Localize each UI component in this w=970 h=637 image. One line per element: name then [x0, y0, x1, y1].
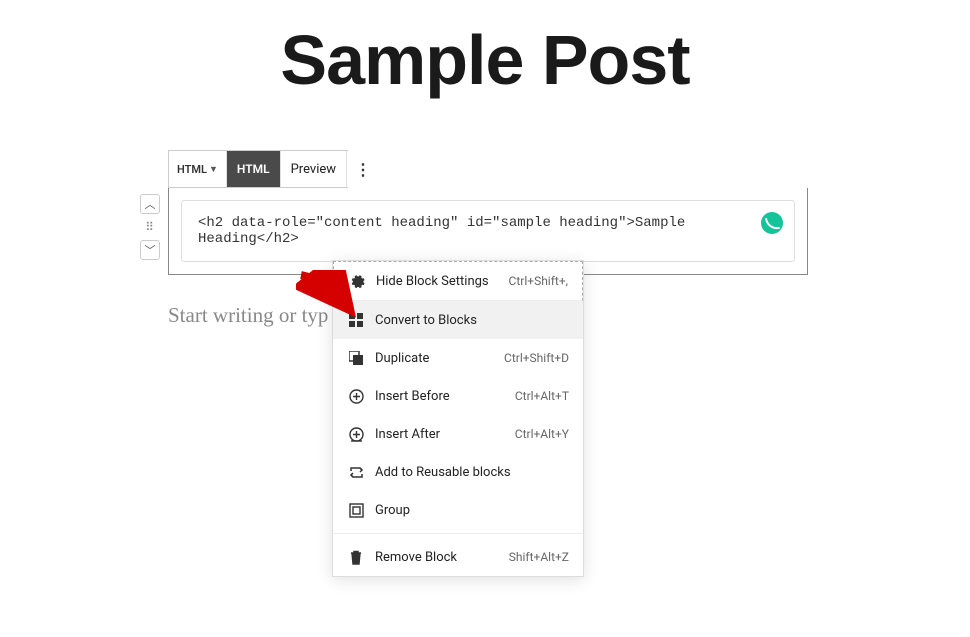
- insert-after-icon: [347, 425, 365, 443]
- menu-remove-block[interactable]: Remove Block Shift+Alt+Z: [333, 538, 583, 576]
- insert-before-icon: [347, 387, 365, 405]
- gear-icon: [348, 272, 366, 290]
- block-movers: ︿ ⠿ ﹀: [140, 194, 160, 260]
- menu-shortcut: Ctrl+Alt+Y: [515, 427, 569, 441]
- menu-insert-before[interactable]: Insert Before Ctrl+Alt+T: [333, 377, 583, 415]
- menu-label: Group: [375, 503, 569, 518]
- menu-convert-to-blocks[interactable]: Convert to Blocks: [333, 301, 583, 339]
- block-type-selector[interactable]: HTML▼: [169, 151, 227, 187]
- menu-hide-block-settings[interactable]: Hide Block Settings Ctrl+Shift+,: [333, 261, 583, 301]
- html-tab[interactable]: HTML: [227, 151, 281, 187]
- menu-label: Insert Before: [375, 389, 515, 404]
- trash-icon: [347, 548, 365, 566]
- more-options-button[interactable]: ⋮: [347, 151, 378, 187]
- menu-label: Remove Block: [375, 550, 509, 565]
- drag-handle[interactable]: ⠿: [140, 217, 160, 237]
- menu-shortcut: Ctrl+Shift+,: [509, 274, 568, 288]
- menu-label: Insert After: [375, 427, 515, 442]
- menu-duplicate[interactable]: Duplicate Ctrl+Shift+D: [333, 339, 583, 377]
- menu-divider: [333, 533, 583, 534]
- reusable-icon: [347, 463, 365, 481]
- menu-add-reusable[interactable]: Add to Reusable blocks: [333, 453, 583, 491]
- preview-tab[interactable]: Preview: [281, 151, 347, 187]
- duplicate-icon: [347, 349, 365, 367]
- html-code-input[interactable]: <h2 data-role="content heading" id="samp…: [181, 200, 795, 262]
- move-down-button[interactable]: ﹀: [140, 240, 160, 260]
- post-title[interactable]: Sample Post: [0, 20, 970, 100]
- move-up-button[interactable]: ︿: [140, 194, 160, 214]
- group-icon: [347, 501, 365, 519]
- menu-group[interactable]: Group: [333, 491, 583, 529]
- menu-insert-after[interactable]: Insert After Ctrl+Alt+Y: [333, 415, 583, 453]
- menu-shortcut: Ctrl+Alt+T: [515, 389, 569, 403]
- grammarly-icon[interactable]: [761, 212, 783, 234]
- blocks-icon: [347, 311, 365, 329]
- menu-label: Add to Reusable blocks: [375, 465, 569, 480]
- menu-label: Convert to Blocks: [375, 313, 569, 328]
- menu-label: Hide Block Settings: [376, 274, 509, 289]
- menu-shortcut: Shift+Alt+Z: [509, 550, 569, 564]
- block-toolbar: HTML▼ HTML Preview ⋮: [168, 150, 348, 188]
- menu-label: Duplicate: [375, 351, 504, 366]
- block-options-menu: Hide Block Settings Ctrl+Shift+, Convert…: [332, 260, 584, 577]
- menu-shortcut: Ctrl+Shift+D: [504, 351, 569, 365]
